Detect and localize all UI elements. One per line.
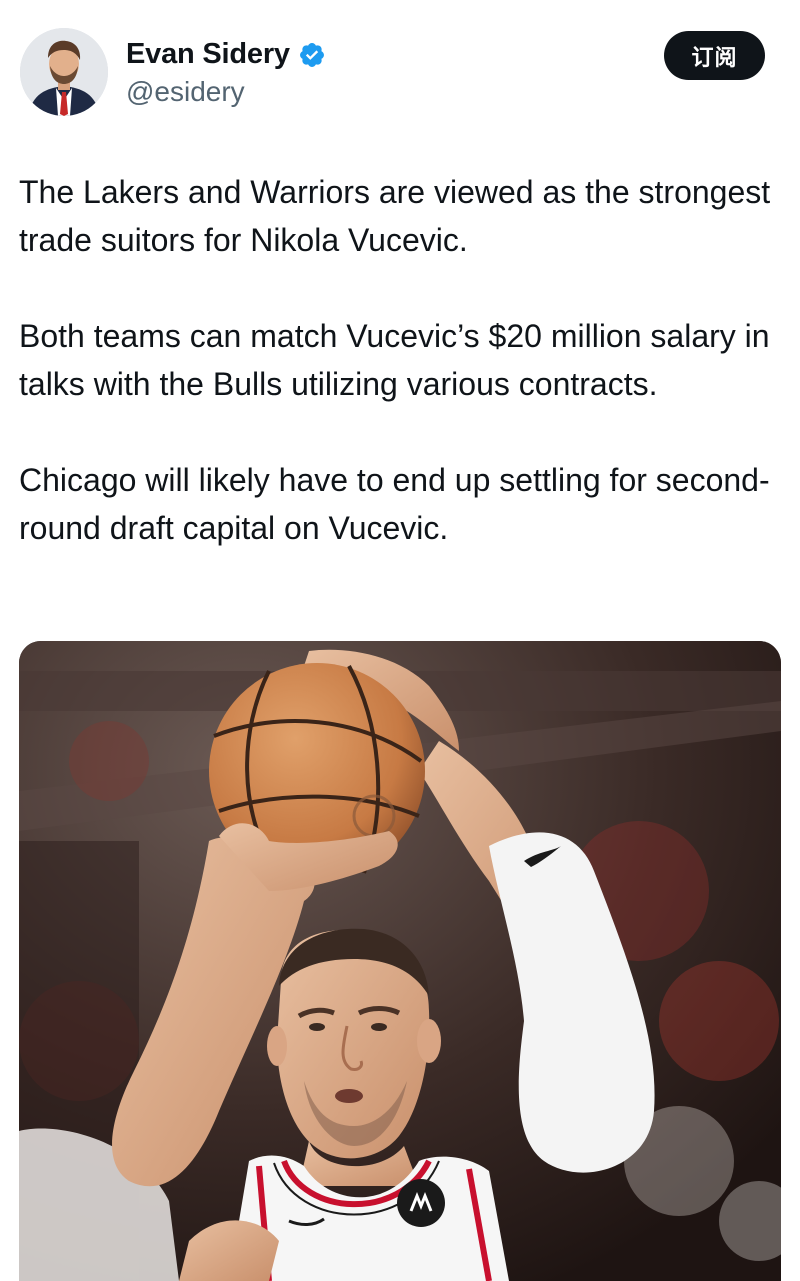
author-handle[interactable]: @esidery bbox=[126, 76, 245, 108]
basketball-player-photo bbox=[19, 641, 781, 1281]
tweet-text: The Lakers and Warriors are viewed as th… bbox=[19, 168, 779, 552]
verified-badge-icon bbox=[298, 41, 326, 69]
tweet-header: Evan Sidery @esidery 订阅 bbox=[0, 0, 800, 130]
tweet-paragraph: Chicago will likely have to end up settl… bbox=[19, 462, 770, 546]
author-name-row: Evan Sidery bbox=[126, 38, 326, 71]
subscribe-button[interactable]: 订阅 bbox=[664, 31, 765, 80]
author-display-name[interactable]: Evan Sidery bbox=[126, 38, 290, 71]
tweet-paragraph: Both teams can match Vucevic’s $20 milli… bbox=[19, 318, 770, 402]
avatar-portrait-icon bbox=[20, 28, 108, 116]
tweet-media-photo[interactable] bbox=[19, 641, 781, 1281]
author-avatar[interactable] bbox=[20, 28, 108, 116]
tweet-paragraph: The Lakers and Warriors are viewed as th… bbox=[19, 174, 771, 258]
